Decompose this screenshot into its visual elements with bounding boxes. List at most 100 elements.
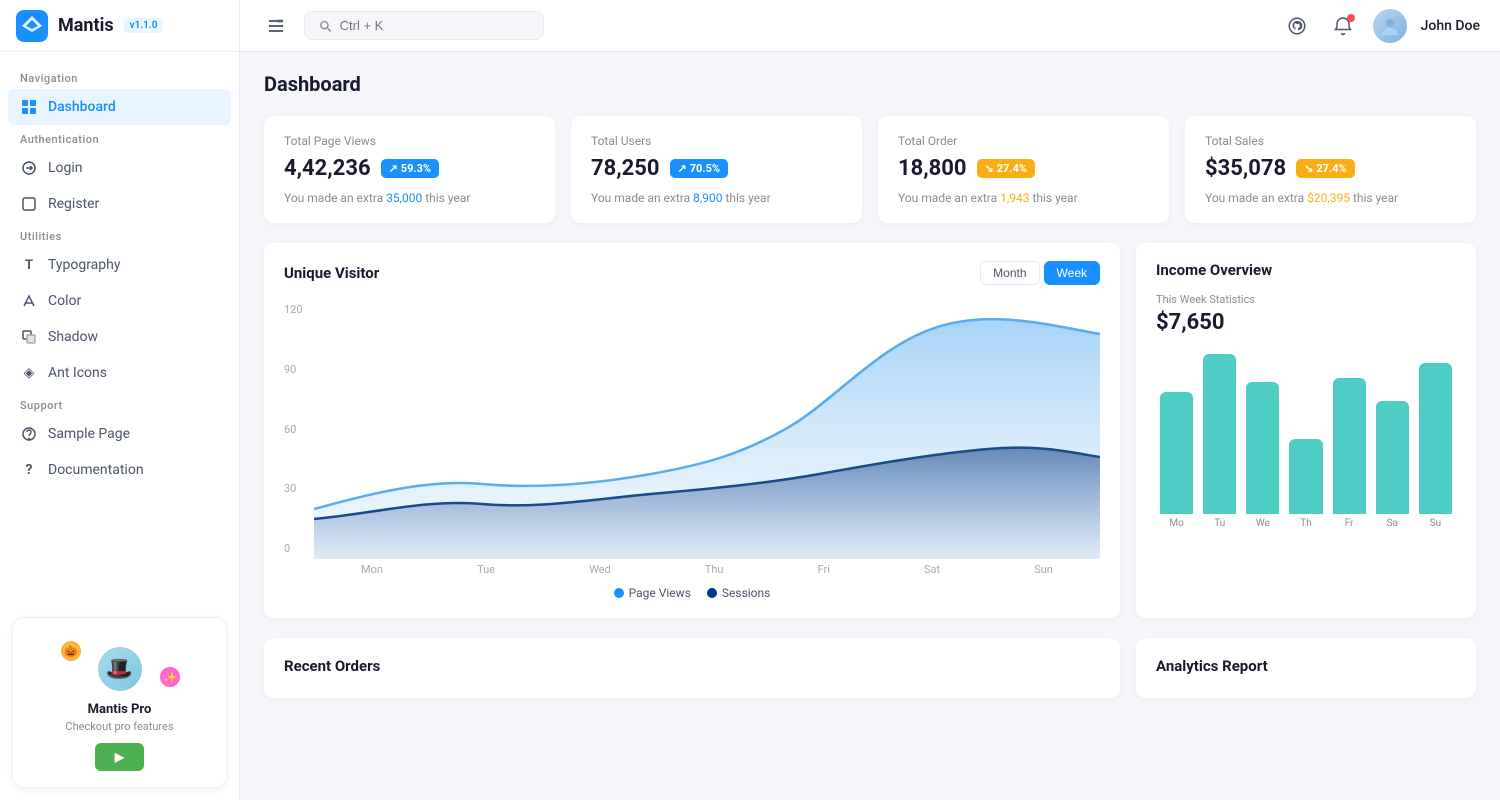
- bottom-row: Recent Orders Analytics Report: [264, 638, 1476, 698]
- stat-card-orders: Total Order 18,800 ↘ 27.4% You made an e…: [878, 116, 1169, 223]
- page-title: Dashboard: [264, 72, 1476, 96]
- bar-group-su: Su: [1419, 363, 1452, 529]
- sidebar-item-color[interactable]: Color: [0, 283, 239, 319]
- sidebar-item-login[interactable]: Login: [0, 150, 239, 186]
- color-icon: [20, 292, 38, 310]
- income-total: $7,650: [1156, 310, 1456, 335]
- area-chart-svg: [314, 299, 1100, 559]
- sidebar: Mantis v1.1.0 Navigation Dashboard Authe…: [0, 0, 240, 800]
- sample-page-icon: [20, 425, 38, 443]
- stat-card-page-views: Total Page Views 4,42,236 ↗ 59.3% You ma…: [264, 116, 555, 223]
- legend-page-views: Page Views: [614, 586, 691, 600]
- notifications-button[interactable]: [1327, 10, 1359, 42]
- promo-title: Mantis Pro: [29, 702, 210, 717]
- chart-header: Unique Visitor Month Week: [284, 261, 1100, 285]
- stat-label-page-views: Total Page Views: [284, 134, 535, 148]
- sidebar-item-register-label: Register: [48, 196, 99, 212]
- x-axis: Mon Tue Wed Thu Fri Sat Sun: [314, 563, 1100, 576]
- promo-card: 🎃 🎩 ✨ Mantis Pro Checkout pro features ▶: [12, 617, 227, 788]
- sidebar-item-ant-icons[interactable]: ◈ Ant Icons: [0, 355, 239, 391]
- stat-value-row-users: 78,250 ↗ 70.5%: [591, 156, 842, 181]
- search-box[interactable]: [304, 11, 544, 40]
- bar-group-th: Th: [1289, 439, 1322, 529]
- search-input[interactable]: [340, 18, 529, 33]
- bar-group-fr: Fr: [1333, 378, 1366, 529]
- analytics-report-title: Analytics Report: [1156, 657, 1268, 675]
- period-month-button[interactable]: Month: [980, 261, 1039, 285]
- menu-toggle-button[interactable]: [260, 10, 292, 42]
- login-icon: [20, 159, 38, 177]
- sidebar-item-shadow-label: Shadow: [48, 329, 98, 345]
- promo-avatar-small-br: ✨: [158, 665, 182, 689]
- legend-label-sessions: Sessions: [722, 586, 770, 600]
- bar-group-we: We: [1246, 382, 1279, 529]
- legend-dot-page-views: [614, 588, 624, 598]
- sidebar-item-shadow[interactable]: Shadow: [0, 319, 239, 355]
- stat-card-sales: Total Sales $35,078 ↘ 27.4% You made an …: [1185, 116, 1476, 223]
- sidebar-item-typography-label: Typography: [48, 257, 120, 273]
- register-icon: [20, 195, 38, 213]
- app-name: Mantis: [58, 15, 114, 36]
- y-label-120: 120: [284, 303, 314, 316]
- sidebar-item-documentation[interactable]: ? Documentation: [0, 452, 239, 488]
- promo-button[interactable]: ▶: [95, 743, 144, 771]
- sidebar-item-typography[interactable]: T Typography: [0, 247, 239, 283]
- stat-note-value-page-views: 35,000: [386, 191, 422, 205]
- stat-card-users: Total Users 78,250 ↗ 70.5% You made an e…: [571, 116, 862, 223]
- sidebar-item-dashboard[interactable]: Dashboard: [8, 89, 231, 125]
- nav-section-utilities: Utilities: [0, 222, 239, 247]
- period-week-button[interactable]: Week: [1044, 261, 1100, 285]
- bar-group-sa: Sa: [1376, 401, 1409, 529]
- stat-value-orders: 18,800: [898, 156, 967, 181]
- promo-avatar-main: 🎩: [95, 644, 145, 694]
- stat-badge-page-views: ↗ 59.3%: [381, 159, 439, 178]
- legend-dot-sessions: [707, 588, 717, 598]
- stat-value-row-page-views: 4,42,236 ↗ 59.3%: [284, 156, 535, 181]
- sidebar-item-ant-icons-label: Ant Icons: [48, 365, 107, 381]
- github-button[interactable]: [1281, 10, 1313, 42]
- income-bar-chart: Mo Tu We Th Fr Sa Su: [1156, 349, 1456, 529]
- bar-label-su: Su: [1430, 518, 1441, 529]
- sidebar-item-sample-page-label: Sample Page: [48, 426, 130, 442]
- promo-avatars: 🎃 🎩 ✨: [29, 634, 210, 694]
- chart-row: Unique Visitor Month Week 120 90 60 30 0: [264, 243, 1476, 618]
- stat-badge-users: ↗ 70.5%: [670, 159, 728, 178]
- recent-orders-title: Recent Orders: [284, 657, 380, 675]
- promo-avatar-small-tl: 🎃: [59, 639, 83, 663]
- sidebar-item-sample-page[interactable]: Sample Page: [0, 416, 239, 452]
- income-week-label: This Week Statistics: [1156, 293, 1456, 306]
- stat-note-orders: You made an extra 1,943 this year: [898, 191, 1149, 205]
- shadow-icon: [20, 328, 38, 346]
- sidebar-item-register[interactable]: Register: [0, 186, 239, 222]
- stat-badge-orders: ↘ 27.4%: [977, 159, 1035, 178]
- stat-note-value-orders: 1,943: [1000, 191, 1029, 205]
- income-overview-title: Income Overview: [1156, 261, 1272, 279]
- bar-label-mo: Mo: [1169, 518, 1183, 529]
- stat-value-users: 78,250: [591, 156, 660, 181]
- bar-group-mo: Mo: [1160, 392, 1193, 529]
- bar-label-th: Th: [1300, 518, 1311, 529]
- bar-fr: [1333, 378, 1366, 514]
- bar-we: [1246, 382, 1279, 514]
- sidebar-item-dashboard-label: Dashboard: [48, 99, 116, 115]
- user-name: John Doe: [1421, 18, 1480, 34]
- main-content: Dashboard Total Page Views 4,42,236 ↗ 59…: [240, 52, 1500, 800]
- nav-section-support: Support: [0, 391, 239, 416]
- stat-label-sales: Total Sales: [1205, 134, 1456, 148]
- bar-mo: [1160, 392, 1193, 514]
- bar-th: [1289, 439, 1322, 514]
- x-label-fri: Fri: [818, 563, 830, 576]
- promo-subtitle: Checkout pro features: [29, 720, 210, 733]
- stat-badge-sales: ↘ 27.4%: [1296, 159, 1354, 178]
- avatar: [1373, 9, 1407, 43]
- sidebar-item-login-label: Login: [48, 160, 83, 176]
- bar-group-tu: Tu: [1203, 354, 1236, 529]
- y-label-60: 60: [284, 423, 314, 436]
- bar-label-sa: Sa: [1387, 518, 1398, 529]
- bar-su: [1419, 363, 1452, 514]
- bar-sa: [1376, 401, 1409, 514]
- stats-row: Total Page Views 4,42,236 ↗ 59.3% You ma…: [264, 116, 1476, 223]
- stat-value-sales: $35,078: [1205, 156, 1286, 181]
- x-label-mon: Mon: [361, 563, 383, 576]
- typography-icon: T: [20, 256, 38, 274]
